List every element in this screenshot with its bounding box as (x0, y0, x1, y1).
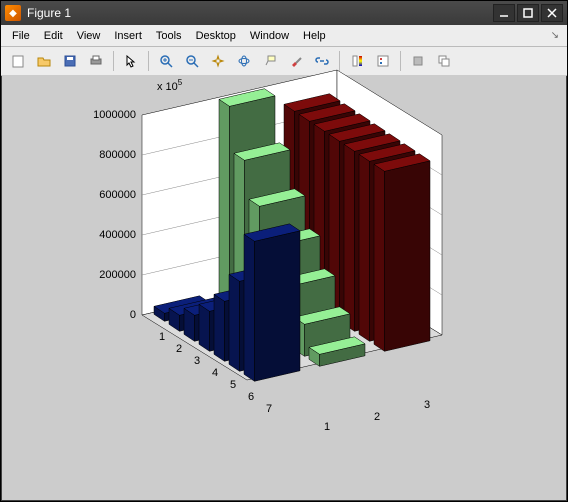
zoom-in-icon[interactable] (154, 49, 178, 73)
svg-text:4: 4 (212, 367, 218, 379)
matlab-logo-icon: ◆ (5, 5, 21, 21)
separator (339, 51, 340, 71)
save-icon[interactable] (58, 49, 82, 73)
svg-text:1000000: 1000000 (93, 109, 136, 121)
multiplier-label: x 105 (157, 78, 183, 93)
hide-tools-icon[interactable] (406, 49, 430, 73)
menu-insert[interactable]: Insert (107, 28, 149, 44)
maximize-button[interactable] (517, 4, 539, 22)
legend-icon[interactable] (371, 49, 395, 73)
svg-text:5: 5 (230, 379, 236, 391)
menu-help[interactable]: Help (296, 28, 333, 44)
svg-text:7: 7 (266, 403, 272, 415)
new-figure-icon[interactable] (6, 49, 30, 73)
svg-text:0: 0 (130, 309, 136, 321)
svg-text:2: 2 (176, 343, 182, 355)
zoom-out-icon[interactable] (180, 49, 204, 73)
minimize-button[interactable] (493, 4, 515, 22)
menu-window[interactable]: Window (243, 28, 296, 44)
svg-text:3: 3 (194, 355, 200, 367)
menu-edit[interactable]: Edit (37, 28, 70, 44)
toolbar (1, 47, 567, 76)
menubar: File Edit View Insert Tools Desktop Wind… (1, 25, 567, 47)
rotate3d-icon[interactable] (232, 49, 256, 73)
print-icon[interactable] (84, 49, 108, 73)
colorbar-icon[interactable] (345, 49, 369, 73)
datacursor-icon[interactable] (258, 49, 282, 73)
menu-file[interactable]: File (5, 28, 37, 44)
menu-tools[interactable]: Tools (149, 28, 189, 44)
y-ticks: 1 2 3 (324, 399, 430, 433)
brush-icon[interactable] (284, 49, 308, 73)
pointer-icon[interactable] (119, 49, 143, 73)
figure-window: ◆ Figure 1 File Edit View Insert Tools D… (0, 0, 568, 502)
svg-text:2: 2 (374, 411, 380, 423)
svg-text:400000: 400000 (99, 229, 136, 241)
svg-text:3: 3 (424, 399, 430, 411)
menu-view[interactable]: View (70, 28, 108, 44)
svg-text:200000: 200000 (99, 269, 136, 281)
link-icon[interactable] (310, 49, 334, 73)
svg-text:600000: 600000 (99, 189, 136, 201)
figure-canvas[interactable]: x 105 0 200000 400000 600000 800000 1000… (2, 75, 566, 500)
pan-icon[interactable] (206, 49, 230, 73)
svg-text:1: 1 (324, 421, 330, 433)
separator (113, 51, 114, 71)
bar3-plot[interactable]: x 105 0 200000 400000 600000 800000 1000… (82, 95, 502, 475)
axes-3d[interactable]: x 105 0 200000 400000 600000 800000 1000… (82, 95, 502, 475)
menu-corner-icon[interactable]: ↘ (551, 30, 563, 41)
svg-text:6: 6 (248, 391, 254, 403)
close-button[interactable] (541, 4, 563, 22)
show-tools-icon[interactable] (432, 49, 456, 73)
titlebar: ◆ Figure 1 (1, 1, 567, 25)
separator (400, 51, 401, 71)
svg-text:800000: 800000 (99, 149, 136, 161)
open-icon[interactable] (32, 49, 56, 73)
separator (148, 51, 149, 71)
svg-text:1: 1 (159, 331, 165, 343)
menu-desktop[interactable]: Desktop (189, 28, 243, 44)
window-title: Figure 1 (27, 6, 491, 20)
z-ticks: 0 200000 400000 600000 800000 1000000 (93, 109, 136, 321)
